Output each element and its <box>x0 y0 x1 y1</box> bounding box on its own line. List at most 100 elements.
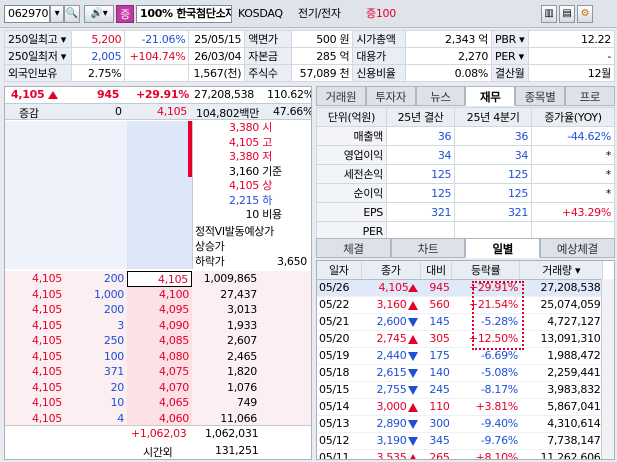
daily-row[interactable]: 05/13 2,890 300 -9.40% 4,310,614 <box>317 415 603 433</box>
finance-label: 영업이익 <box>316 145 387 165</box>
daily-row[interactable]: 05/19 2,440 175 -6.69% 1,988,472 <box>317 347 603 365</box>
bid-row[interactable]: 4,105 250 4,085 2,607 <box>5 333 311 349</box>
tab-5[interactable]: 프로 <box>564 86 615 106</box>
market-label: KOSDAQ <box>238 7 283 20</box>
tab-0[interactable]: 체결 <box>316 238 391 258</box>
summary-value: 4,105 <box>229 179 259 192</box>
info-row: 외국인보유 2.75% 1,567(천) 주식수 57,089 천 신용비율 0.08% 결산… <box>3 64 615 82</box>
daily-date: 05/13 <box>317 415 362 433</box>
speaker-icon[interactable]: 🔊▾ <box>84 5 114 23</box>
daily-row[interactable]: 05/15 2,755 245 -8.17% 3,983,832 <box>317 381 603 399</box>
bid-row[interactable]: 4,105 3 4,090 1,933 <box>5 318 311 334</box>
bid-row[interactable]: 4,105 20 4,070 1,076 <box>5 380 311 396</box>
daily-row[interactable]: 05/20 2,745 305 +12.50% 13,091,310 <box>317 330 603 348</box>
tab-1[interactable]: 투자자 <box>365 86 416 106</box>
daily-close: 2,600 <box>361 313 421 331</box>
tab-1[interactable]: 차트 <box>390 238 466 258</box>
info-label: 시가총액 <box>352 30 407 48</box>
summary-row: 4,105 고 <box>193 135 311 151</box>
daily-row[interactable]: 05/26 4,105 945 +29.91% 27,208,538 <box>317 279 603 297</box>
up-triangle-icon <box>408 453 419 459</box>
daily-change: 140 <box>420 364 452 382</box>
search-icon[interactable]: 🔍 <box>64 5 80 23</box>
tab-0[interactable]: 거래원 <box>316 86 366 106</box>
daily-rate: -8.17% <box>451 381 520 399</box>
margin-badge: 증 <box>116 5 134 23</box>
finance-label: EPS <box>316 202 387 222</box>
info-table: 250일최고 ▾ 5,200 -21.06% 25/05/15 액면가 500 원 시가총액… <box>3 30 615 82</box>
stock-code-input[interactable]: 062970 <box>4 5 50 23</box>
finance-header-cell: 25년 4분기 <box>454 107 533 127</box>
chevron-down-icon[interactable]: ▾ <box>515 50 525 63</box>
daily-change: 560 <box>420 296 452 314</box>
chevron-down-icon[interactable]: ▾ <box>58 33 67 46</box>
daily-row[interactable]: 05/21 2,600 145 -5.28% 4,727,127 <box>317 313 603 331</box>
chevron-down-icon[interactable]: ▾ <box>572 264 581 277</box>
tab-3[interactable]: 예상체결 <box>540 238 615 258</box>
bid-row[interactable]: 4,105 200 4,095 3,013 <box>5 302 311 318</box>
bid-qty: 3 <box>117 318 124 332</box>
summary-row: 3,160 기준 <box>193 165 311 180</box>
bid-row[interactable]: 4,105 1,000 4,100 27,437 <box>5 287 311 303</box>
chevron-down-icon[interactable]: ▾ <box>58 50 67 63</box>
info-value: 500 원 <box>291 30 354 48</box>
order-volume: 27,437 <box>220 287 257 301</box>
vi-label: 정적VI발동예상가 <box>195 225 274 238</box>
info-label: 250일최저 ▾ <box>3 47 73 65</box>
quote-panel: 4,105 945 +29.91% 27,208,538 110.62% 증감 … <box>4 86 312 460</box>
daily-volume: 7,738,147 <box>519 432 603 450</box>
bid-row[interactable]: 4,105 371 4,075 1,820 <box>5 364 311 380</box>
tab-3[interactable]: 재무 <box>465 86 516 106</box>
daily-close: 2,440 <box>361 347 421 365</box>
gear-icon[interactable]: ⚙ <box>577 5 593 23</box>
finance-value: * <box>531 164 615 184</box>
info-value: 5,200 <box>71 30 126 48</box>
bid-row[interactable]: 4,105 200 4,105 1,009,865 <box>5 271 311 287</box>
finance-header-cell: 25년 결산 <box>385 107 456 127</box>
daily-date: 05/20 <box>317 330 362 348</box>
chevron-down-icon[interactable]: ▾ <box>516 33 525 46</box>
tab-2[interactable]: 일별 <box>465 238 541 258</box>
stock-name-field[interactable]: 100% 한국첨단소재 <box>136 5 232 23</box>
finance-value: 36 <box>385 126 456 146</box>
chart-icon[interactable]: ▥ <box>541 5 557 23</box>
scrollbar[interactable] <box>601 279 614 459</box>
order-volume: 1,009,865 <box>203 272 258 285</box>
daily-row[interactable]: 05/14 3,000 110 +3.81% 5,867,041 <box>317 398 603 416</box>
daily-header-cell[interactable]: 거래량 ▾ <box>519 261 603 280</box>
finance-row: EPS 321 321 +43.29% <box>316 202 615 222</box>
daily-row[interactable]: 05/12 3,190 345 -9.76% 7,738,147 <box>317 432 603 450</box>
bid-row[interactable]: 4,105 100 4,080 2,465 <box>5 349 311 365</box>
finance-row: 순이익 125 125 * <box>316 183 615 203</box>
daily-rate: +8.10% <box>451 449 520 459</box>
daily-header-cell: 대비 <box>420 261 453 280</box>
tab-4[interactable]: 종목별 <box>515 86 565 106</box>
dropdown-button[interactable]: ▾ <box>50 5 64 23</box>
daily-date: 05/19 <box>317 347 362 365</box>
daily-change: 265 <box>420 449 452 459</box>
summary-value: 3,380 <box>229 121 259 134</box>
tab-2[interactable]: 뉴스 <box>415 86 466 106</box>
summary-row: 2,215 하 <box>193 194 311 209</box>
info-label: 결산월 <box>491 64 530 82</box>
window-icon[interactable]: ▤ <box>559 5 575 23</box>
finance-label: 세전손익 <box>316 164 387 184</box>
info-label: 액면가 <box>244 30 293 48</box>
daily-row[interactable]: 05/22 3,160 560 +21.54% 25,074,059 <box>317 296 603 314</box>
info-label: 자본금 <box>244 47 293 65</box>
order-volume: 1,076 <box>227 380 257 394</box>
daily-rate: -9.76% <box>451 432 520 450</box>
info-label: PER ▾ <box>491 47 530 65</box>
order-volume: 2,465 <box>227 349 257 363</box>
bottom-tab-bar: 체결 차트 일별 예상체결 <box>316 238 615 258</box>
summary-key: 고 <box>259 135 273 149</box>
highlight-box <box>472 281 524 350</box>
bid-row[interactable]: 4,105 10 4,065 749 <box>5 395 311 411</box>
finance-header-cell: 단위(억원) <box>316 107 387 127</box>
daily-row[interactable]: 05/18 2,615 140 -5.08% 2,259,441 <box>317 364 603 382</box>
daily-row[interactable]: 05/11 3,535 265 +8.10% 11,262,606 <box>317 449 603 459</box>
info-label: 250일최고 ▾ <box>3 30 73 48</box>
down-triangle-icon <box>408 385 419 395</box>
info-value: 25/05/15 <box>188 30 246 48</box>
header-price: 4,105 <box>157 105 187 118</box>
